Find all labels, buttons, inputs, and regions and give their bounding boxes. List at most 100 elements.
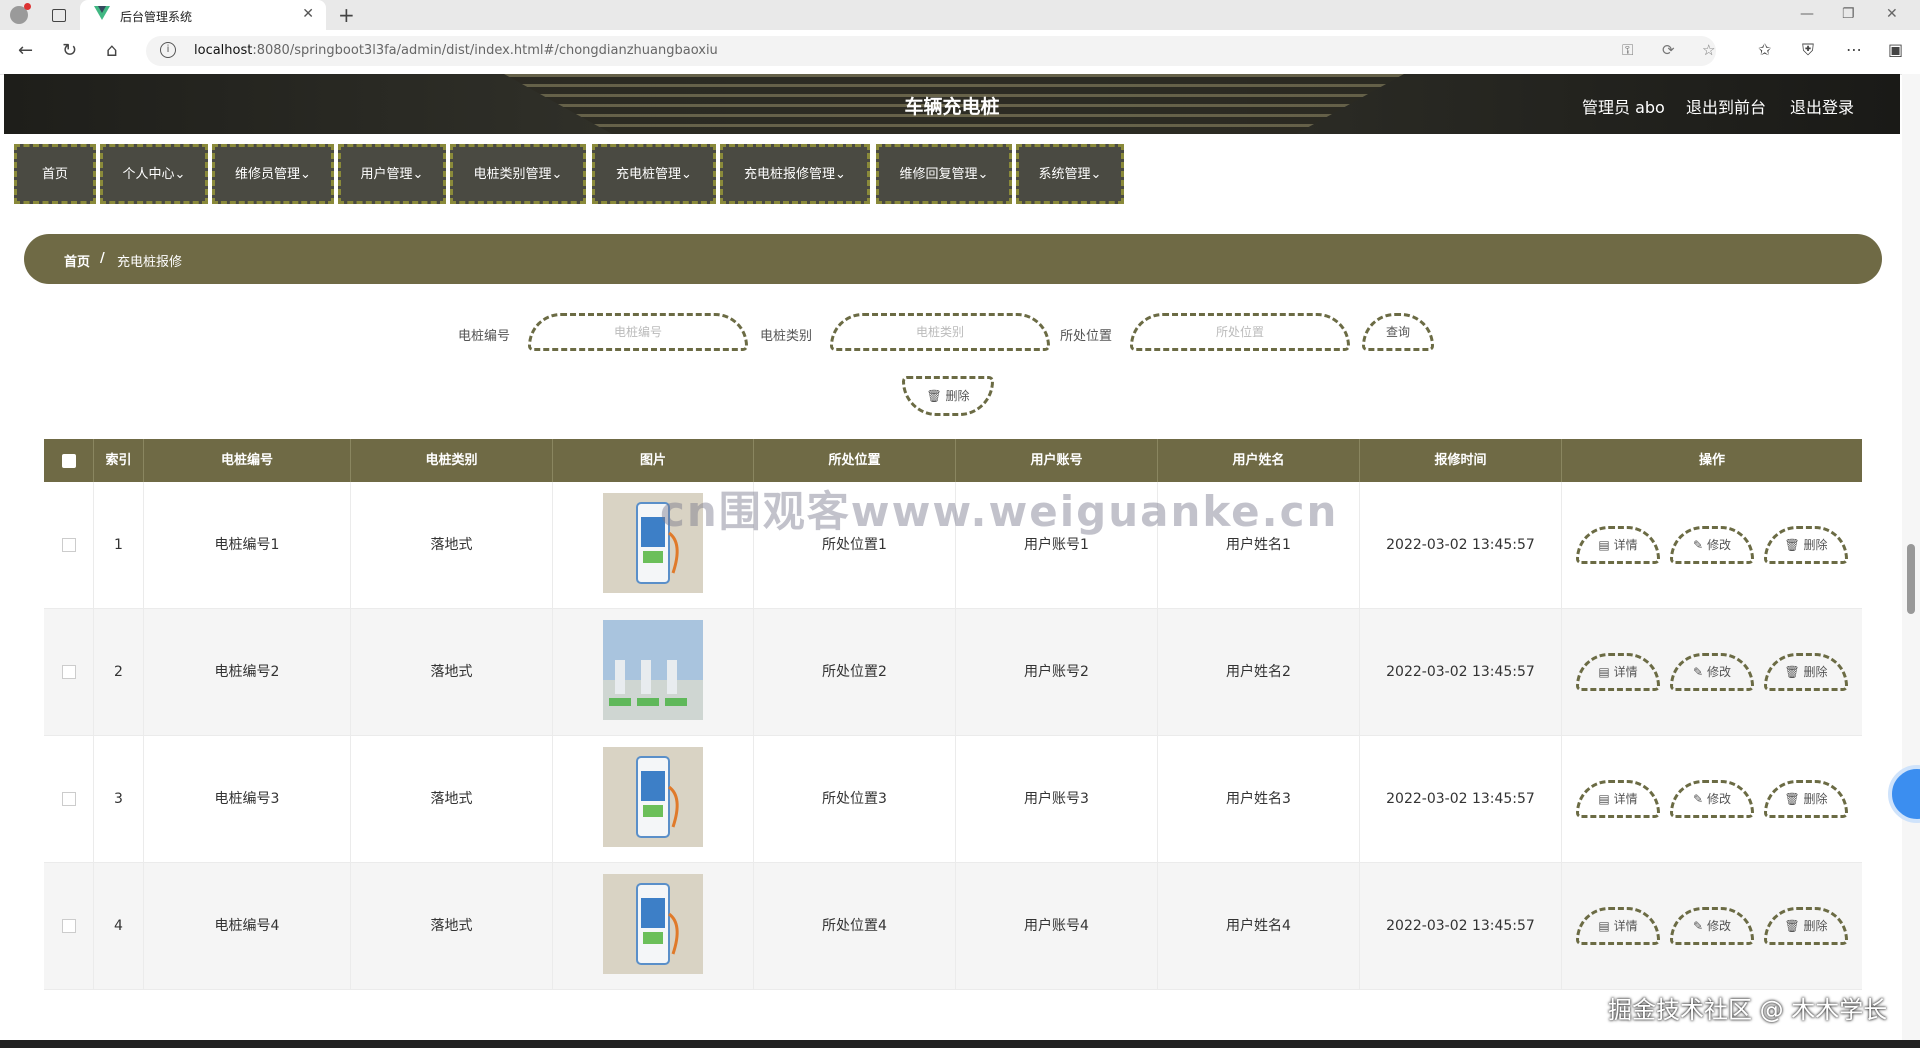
menu-item-label: 维修回复管理 <box>899 167 978 182</box>
window-close-icon[interactable]: ✕ <box>1886 6 1898 22</box>
edit-icon: ✎ <box>1693 792 1704 806</box>
edit-button[interactable]: ✎ 修改 <box>1670 653 1754 691</box>
home-icon[interactable]: ⌂ <box>106 40 117 61</box>
scrollbar-thumb[interactable] <box>1907 544 1915 614</box>
cell-code: 电桩编号2 <box>144 609 351 736</box>
cell-location: 所处位置4 <box>754 863 956 990</box>
favorites-icon[interactable]: ✩ <box>1758 40 1771 59</box>
row-checkbox[interactable] <box>61 665 76 679</box>
column-header: 报修时间 <box>1360 439 1562 482</box>
row-checkbox[interactable] <box>61 792 76 806</box>
close-icon[interactable]: ✕ <box>302 6 314 22</box>
detail-label: 详情 <box>1613 665 1638 679</box>
menu-item-label: 系统管理 <box>1038 167 1091 182</box>
reload-icon[interactable]: ↻ <box>62 40 77 61</box>
extension-icon[interactable]: ⛨ <box>1802 40 1814 60</box>
edit-label: 修改 <box>1706 792 1731 806</box>
back-icon[interactable]: ← <box>18 40 33 61</box>
row-checkbox[interactable] <box>61 538 76 552</box>
restore-icon[interactable]: ❐ <box>1842 6 1855 22</box>
chevron-down-icon: ⌄ <box>681 167 692 182</box>
url-field[interactable]: i localhost:8080/springboot3l3fa/admin/d… <box>146 36 1716 66</box>
current-user: 管理员 abo <box>1582 98 1665 117</box>
menu-item-label: 充电桩管理 <box>616 167 682 182</box>
pile-code-input[interactable]: 电桩编号 <box>528 313 748 351</box>
select-cell <box>44 863 94 990</box>
table-row: 2 电桩编号2 落地式 所处位置2 用户账号2 用户姓名2 2022-03-02 13:45… <box>44 609 1862 736</box>
column-header: 电桩类别 <box>351 439 553 482</box>
menu-item-repair-reply[interactable]: 维修回复管理⌄ <box>876 144 1012 204</box>
cell-type: 落地式 <box>351 863 553 990</box>
key-icon[interactable]: ⚿ <box>1622 41 1633 59</box>
cell-time: 2022-03-02 13:45:57 <box>1360 609 1562 736</box>
query-button[interactable]: 查询 <box>1362 313 1434 351</box>
column-header: 图片 <box>553 439 754 482</box>
cell-time: 2022-03-02 13:45:57 <box>1360 482 1562 609</box>
chevron-down-icon: ⌄ <box>1090 167 1102 182</box>
cell-account: 用户账号4 <box>956 863 1158 990</box>
logout-link[interactable]: 退出登录 <box>1790 94 1854 118</box>
menu-item-label: 充电桩报修管理 <box>744 167 836 182</box>
trash-icon: 🗑 <box>1784 538 1800 552</box>
trash-icon: 🗑 <box>926 389 942 403</box>
browser-tabbar: 后台管理系统 ✕ + — ❐ ✕ <box>0 0 1920 30</box>
edit-button[interactable]: ✎ 修改 <box>1670 907 1754 945</box>
floating-action-button[interactable] <box>1888 765 1920 823</box>
edit-button[interactable]: ✎ 修改 <box>1670 526 1754 564</box>
translate-icon[interactable]: ⟳ <box>1662 41 1675 59</box>
delete-button[interactable]: 🗑 删除 <box>1764 780 1848 818</box>
menu-item-repairers[interactable]: 维修员管理⌄ <box>212 144 334 204</box>
menu-item-piles[interactable]: 充电桩管理⌄ <box>592 144 716 204</box>
menu-item-system[interactable]: 系统管理⌄ <box>1016 144 1124 204</box>
cell-location: 所处位置3 <box>754 736 956 863</box>
profile-icon[interactable] <box>10 3 31 24</box>
info-icon[interactable]: i <box>160 42 176 58</box>
pile-image <box>603 620 703 720</box>
delete-button[interactable]: 🗑 删除 <box>1764 526 1848 564</box>
chevron-down-icon: ⌄ <box>174 167 186 182</box>
page-scrollbar[interactable] <box>1902 74 1920 1048</box>
pile-type-label: 电桩类别 <box>760 329 813 344</box>
minimize-icon[interactable]: — <box>1800 6 1814 22</box>
breadcrumb-separator: / <box>100 251 105 266</box>
actions-cell: ▤ 详情 ✎ 修改 🗑 删除 <box>1562 482 1862 609</box>
location-input[interactable]: 所处位置 <box>1130 313 1350 351</box>
select-all-checkbox[interactable] <box>61 453 76 468</box>
pile-type-input[interactable]: 电桩类别 <box>830 313 1050 351</box>
breadcrumb-home[interactable]: 首页 <box>64 251 90 270</box>
delete-button[interactable]: 🗑 删除 <box>1764 653 1848 691</box>
detail-icon: ▤ <box>1598 538 1610 552</box>
address-bar: ← ↻ ⌂ i localhost:8080/springboot3l3fa/a… <box>0 30 1920 75</box>
column-header: 操作 <box>1698 453 1725 468</box>
select-cell <box>44 482 94 609</box>
cell-name: 用户姓名4 <box>1158 863 1360 990</box>
pile-image <box>603 874 703 974</box>
detail-button[interactable]: ▤ 详情 <box>1576 653 1660 691</box>
browser-tab[interactable]: 后台管理系统 ✕ <box>80 0 326 30</box>
menu-item-home[interactable]: 首页 <box>14 144 96 204</box>
menu-item-pile-types[interactable]: 电桩类别管理⌄ <box>450 144 586 204</box>
actions-cell: ▤ 详情 ✎ 修改 🗑 删除 <box>1562 863 1862 990</box>
pile-image <box>603 747 703 847</box>
detail-button[interactable]: ▤ 详情 <box>1576 780 1660 818</box>
cell-type: 落地式 <box>351 482 553 609</box>
star-icon[interactable]: ☆ <box>1702 41 1715 59</box>
batch-delete-button[interactable]: 🗑 删除 <box>902 376 994 416</box>
detail-button[interactable]: ▤ 详情 <box>1576 907 1660 945</box>
menu-item-users[interactable]: 用户管理⌄ <box>338 144 446 204</box>
edit-button[interactable]: ✎ 修改 <box>1670 780 1754 818</box>
column-header: 所处位置 <box>754 439 956 482</box>
more-icon[interactable]: ⋯ <box>1846 40 1862 59</box>
tabs-icon[interactable] <box>52 9 66 22</box>
back-to-front-link[interactable]: 退出到前台 <box>1686 94 1766 118</box>
cell-type: 落地式 <box>351 609 553 736</box>
menu-item-label: 个人中心 <box>122 167 175 182</box>
sidebar-icon[interactable]: ▣ <box>1888 40 1903 59</box>
menu-item-pile-repair[interactable]: 充电桩报修管理⌄ <box>720 144 870 204</box>
delete-button[interactable]: 🗑 删除 <box>1764 907 1848 945</box>
detail-button[interactable]: ▤ 详情 <box>1576 526 1660 564</box>
row-checkbox[interactable] <box>61 919 76 933</box>
cell-index: 3 <box>94 736 144 863</box>
menu-item-profile[interactable]: 个人中心⌄ <box>100 144 208 204</box>
new-tab-icon[interactable]: + <box>338 3 355 27</box>
